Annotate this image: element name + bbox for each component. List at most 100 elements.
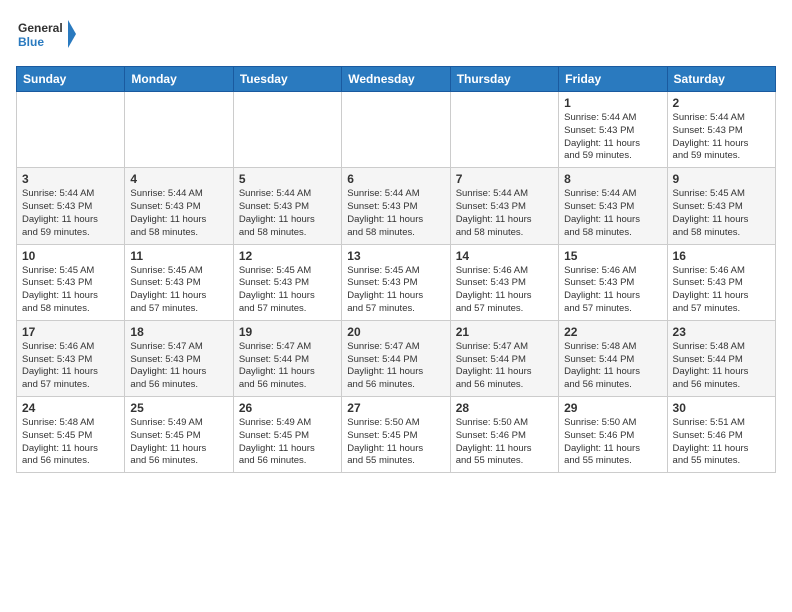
day-info: Sunrise: 5:45 AM Sunset: 5:43 PM Dayligh…: [673, 188, 770, 239]
calendar-cell: 9 Sunrise: 5:45 AM Sunset: 5:43 PM Daylig…: [667, 168, 775, 244]
calendar-cell: 20Sunrise: 5:47 AM Sunset: 5:44 PM Dayli…: [342, 320, 450, 396]
calendar-cell: 16Sunrise: 5:46 AM Sunset: 5:43 PM Dayli…: [667, 244, 775, 320]
calendar-cell: 1 Sunrise: 5:44 AM Sunset: 5:43 PM Daylig…: [559, 92, 667, 168]
day-info: Sunrise: 5:47 AM Sunset: 5:44 PM Dayligh…: [456, 341, 553, 392]
logo-svg: General Blue: [16, 16, 76, 56]
day-number: 5: [239, 172, 336, 186]
day-info: Sunrise: 5:44 AM Sunset: 5:43 PM Dayligh…: [673, 112, 770, 163]
day-info: Sunrise: 5:48 AM Sunset: 5:45 PM Dayligh…: [22, 417, 119, 468]
day-number: 29: [564, 401, 661, 415]
calendar-cell: 18 Sunrise: 5:47 AM Sunset: 5:43 PM Dayli…: [125, 320, 233, 396]
weekday-header-friday: Friday: [559, 67, 667, 92]
calendar-cell: 26 Sunrise: 5:49 AM Sunset: 5:45 PM Dayli…: [233, 397, 341, 473]
day-number: 12: [239, 249, 336, 263]
day-info: Sunrise: 5:44 AM Sunset: 5:43 PM Dayligh…: [564, 112, 661, 163]
calendar-cell: 6 Sunrise: 5:44 AM Sunset: 5:43 PM Daylig…: [342, 168, 450, 244]
calendar-cell: 17 Sunrise: 5:46 AM Sunset: 5:43 PM Dayli…: [17, 320, 125, 396]
day-info: Sunrise: 5:44 AM Sunset: 5:43 PM Dayligh…: [239, 188, 336, 239]
calendar-cell: 21 Sunrise: 5:47 AM Sunset: 5:44 PM Dayli…: [450, 320, 558, 396]
day-info: Sunrise: 5:50 AM Sunset: 5:46 PM Dayligh…: [564, 417, 661, 468]
day-number: 28: [456, 401, 553, 415]
day-info: Sunrise: 5:50 AM Sunset: 5:45 PM Dayligh…: [347, 417, 444, 468]
day-info: Sunrise: 5:44 AM Sunset: 5:43 PM Dayligh…: [130, 188, 227, 239]
day-info: Sunrise: 5:46 AM Sunset: 5:43 PM Dayligh…: [22, 341, 119, 392]
weekday-header-sunday: Sunday: [17, 67, 125, 92]
day-info: Sunrise: 5:45 AM Sunset: 5:43 PM Dayligh…: [347, 265, 444, 316]
day-info: Sunrise: 5:45 AM Sunset: 5:43 PM Dayligh…: [22, 265, 119, 316]
calendar-cell: [342, 92, 450, 168]
day-number: 7: [456, 172, 553, 186]
day-number: 15: [564, 249, 661, 263]
calendar-cell: 11Sunrise: 5:45 AM Sunset: 5:43 PM Dayli…: [125, 244, 233, 320]
day-number: 4: [130, 172, 227, 186]
calendar-cell: 30Sunrise: 5:51 AM Sunset: 5:46 PM Dayli…: [667, 397, 775, 473]
day-info: Sunrise: 5:44 AM Sunset: 5:43 PM Dayligh…: [347, 188, 444, 239]
calendar-cell: 2 Sunrise: 5:44 AM Sunset: 5:43 PM Daylig…: [667, 92, 775, 168]
weekday-header-tuesday: Tuesday: [233, 67, 341, 92]
day-number: 16: [673, 249, 770, 263]
calendar-cell: 8Sunrise: 5:44 AM Sunset: 5:43 PM Daylig…: [559, 168, 667, 244]
weekday-header-wednesday: Wednesday: [342, 67, 450, 92]
day-info: Sunrise: 5:48 AM Sunset: 5:44 PM Dayligh…: [564, 341, 661, 392]
day-number: 19: [239, 325, 336, 339]
day-number: 6: [347, 172, 444, 186]
calendar-week-5: 24 Sunrise: 5:48 AM Sunset: 5:45 PM Dayli…: [17, 397, 776, 473]
calendar-week-3: 10 Sunrise: 5:45 AM Sunset: 5:43 PM Dayli…: [17, 244, 776, 320]
day-number: 23: [673, 325, 770, 339]
day-info: Sunrise: 5:49 AM Sunset: 5:45 PM Dayligh…: [239, 417, 336, 468]
day-number: 9: [673, 172, 770, 186]
calendar-cell: 10 Sunrise: 5:45 AM Sunset: 5:43 PM Dayli…: [17, 244, 125, 320]
day-number: 10: [22, 249, 119, 263]
calendar-cell: 7 Sunrise: 5:44 AM Sunset: 5:43 PM Daylig…: [450, 168, 558, 244]
day-number: 2: [673, 96, 770, 110]
calendar-week-4: 17 Sunrise: 5:46 AM Sunset: 5:43 PM Dayli…: [17, 320, 776, 396]
day-number: 22: [564, 325, 661, 339]
calendar-table: SundayMondayTuesdayWednesdayThursdayFrid…: [16, 66, 776, 473]
day-number: 13: [347, 249, 444, 263]
weekday-header-thursday: Thursday: [450, 67, 558, 92]
day-number: 21: [456, 325, 553, 339]
page-header: General Blue: [16, 16, 776, 56]
calendar-cell: 14Sunrise: 5:46 AM Sunset: 5:43 PM Dayli…: [450, 244, 558, 320]
day-info: Sunrise: 5:44 AM Sunset: 5:43 PM Dayligh…: [456, 188, 553, 239]
calendar-cell: 3 Sunrise: 5:44 AM Sunset: 5:43 PM Daylig…: [17, 168, 125, 244]
day-number: 1: [564, 96, 661, 110]
calendar-cell: 5 Sunrise: 5:44 AM Sunset: 5:43 PM Daylig…: [233, 168, 341, 244]
calendar-cell: [233, 92, 341, 168]
day-info: Sunrise: 5:46 AM Sunset: 5:43 PM Dayligh…: [456, 265, 553, 316]
weekday-header-monday: Monday: [125, 67, 233, 92]
calendar-cell: 24 Sunrise: 5:48 AM Sunset: 5:45 PM Dayli…: [17, 397, 125, 473]
weekday-header-saturday: Saturday: [667, 67, 775, 92]
svg-text:General: General: [18, 21, 63, 35]
day-info: Sunrise: 5:44 AM Sunset: 5:43 PM Dayligh…: [22, 188, 119, 239]
calendar-cell: 25 Sunrise: 5:49 AM Sunset: 5:45 PM Dayli…: [125, 397, 233, 473]
day-number: 30: [673, 401, 770, 415]
calendar-cell: 22 Sunrise: 5:48 AM Sunset: 5:44 PM Dayli…: [559, 320, 667, 396]
calendar-cell: 29 Sunrise: 5:50 AM Sunset: 5:46 PM Dayli…: [559, 397, 667, 473]
day-info: Sunrise: 5:44 AM Sunset: 5:43 PM Dayligh…: [564, 188, 661, 239]
day-info: Sunrise: 5:45 AM Sunset: 5:43 PM Dayligh…: [130, 265, 227, 316]
calendar-cell: 27Sunrise: 5:50 AM Sunset: 5:45 PM Dayli…: [342, 397, 450, 473]
weekday-header-row: SundayMondayTuesdayWednesdayThursdayFrid…: [17, 67, 776, 92]
day-info: Sunrise: 5:49 AM Sunset: 5:45 PM Dayligh…: [130, 417, 227, 468]
day-info: Sunrise: 5:47 AM Sunset: 5:44 PM Dayligh…: [347, 341, 444, 392]
calendar-cell: [125, 92, 233, 168]
calendar-cell: 19Sunrise: 5:47 AM Sunset: 5:44 PM Dayli…: [233, 320, 341, 396]
day-number: 3: [22, 172, 119, 186]
day-info: Sunrise: 5:50 AM Sunset: 5:46 PM Dayligh…: [456, 417, 553, 468]
day-number: 25: [130, 401, 227, 415]
calendar-cell: 13 Sunrise: 5:45 AM Sunset: 5:43 PM Dayli…: [342, 244, 450, 320]
day-number: 26: [239, 401, 336, 415]
calendar-cell: 15Sunrise: 5:46 AM Sunset: 5:43 PM Dayli…: [559, 244, 667, 320]
calendar-cell: [450, 92, 558, 168]
calendar-cell: 23 Sunrise: 5:48 AM Sunset: 5:44 PM Dayli…: [667, 320, 775, 396]
day-number: 18: [130, 325, 227, 339]
calendar-cell: [17, 92, 125, 168]
calendar-week-1: 1 Sunrise: 5:44 AM Sunset: 5:43 PM Daylig…: [17, 92, 776, 168]
day-info: Sunrise: 5:48 AM Sunset: 5:44 PM Dayligh…: [673, 341, 770, 392]
day-info: Sunrise: 5:47 AM Sunset: 5:43 PM Dayligh…: [130, 341, 227, 392]
day-number: 17: [22, 325, 119, 339]
day-number: 24: [22, 401, 119, 415]
svg-text:Blue: Blue: [18, 35, 44, 49]
logo: General Blue: [16, 16, 76, 56]
